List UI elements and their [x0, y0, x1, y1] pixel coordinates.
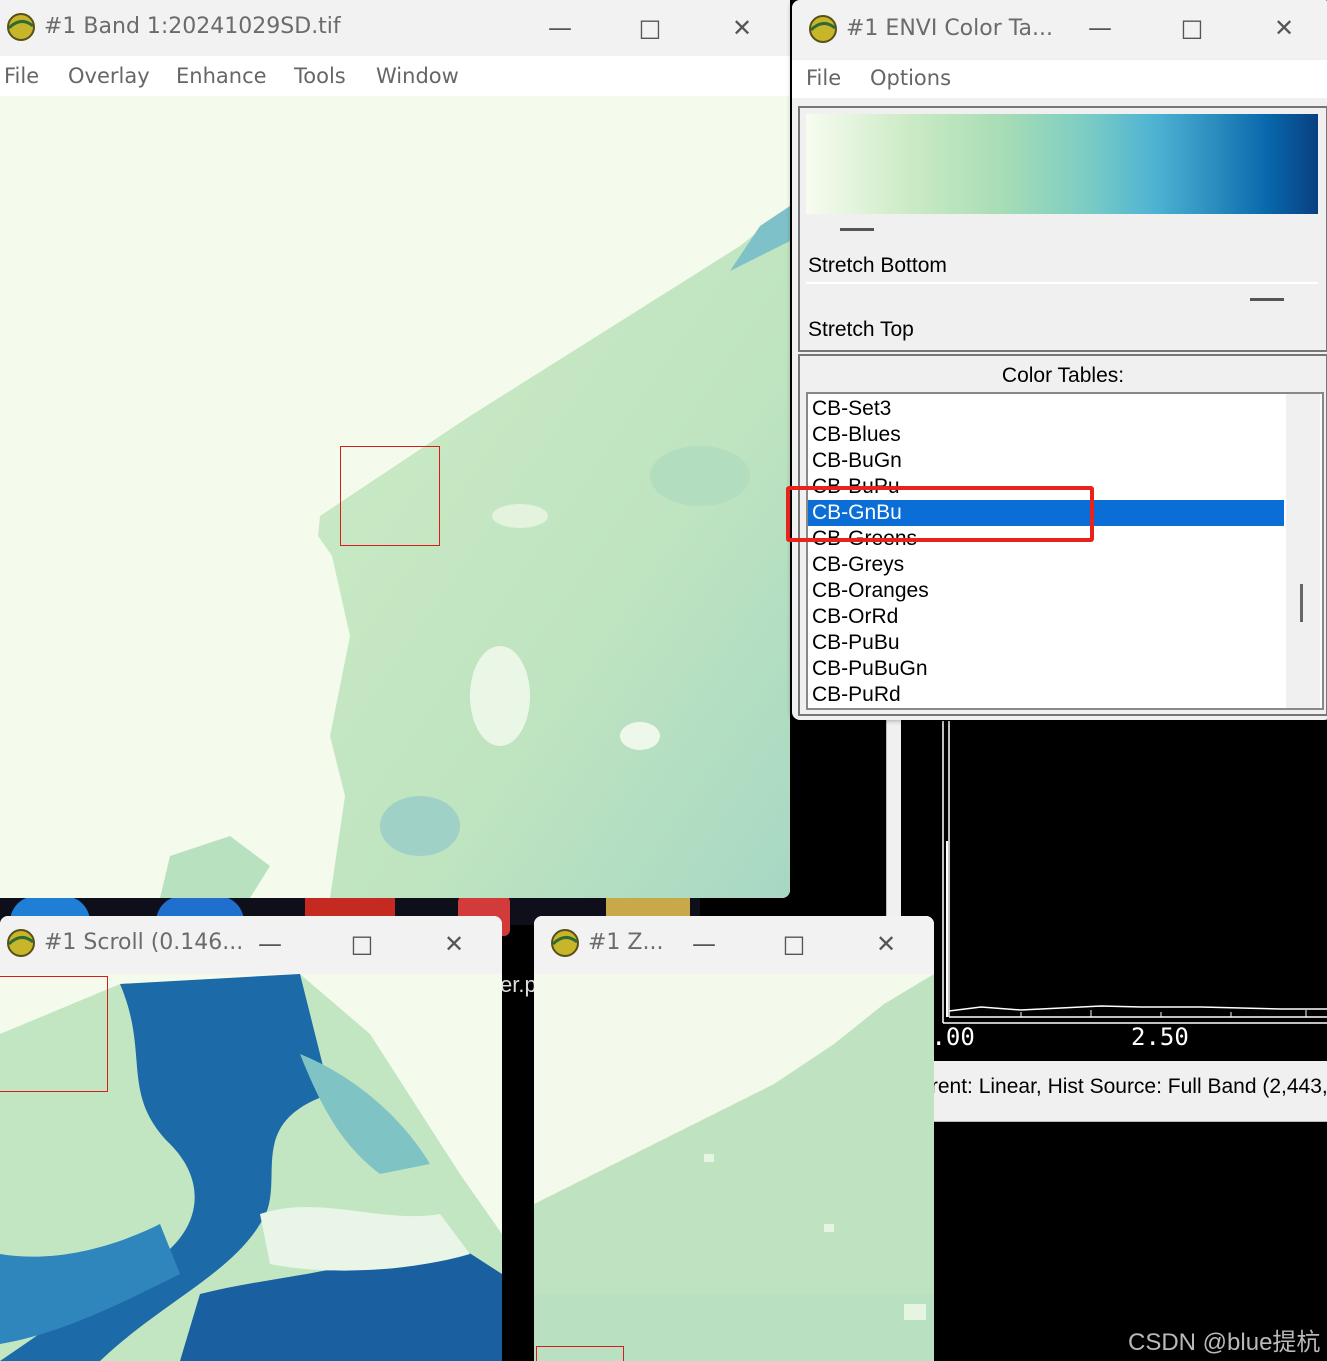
histogram-plot: 0.00 2.50 — [901, 701, 1327, 1061]
envi-app-icon — [7, 929, 35, 957]
minimize-button[interactable]: — — [538, 6, 582, 50]
color-ramp — [806, 114, 1318, 214]
menu-overlay[interactable]: Overlay — [68, 64, 150, 88]
menu-window[interactable]: Window — [376, 64, 459, 88]
watermark: CSDN @blue提杭 — [1128, 1329, 1321, 1356]
stretch-top-slider[interactable] — [806, 286, 1318, 304]
color-table-item[interactable]: CB-PuRd — [808, 682, 1284, 708]
stretch-bottom-handle[interactable] — [840, 228, 874, 231]
color-tables-list[interactable]: CB-Set3 CB-Blues CB-BuGn CB-BuPu CB-GnBu CB-G… — [806, 392, 1324, 710]
stretch-bottom-label: Stretch Bottom — [808, 254, 947, 277]
close-button[interactable]: ✕ — [432, 922, 476, 966]
envi-app-icon — [809, 15, 837, 43]
selection-highlight-annotation — [786, 486, 1094, 542]
stretch-top-label: Stretch Top — [808, 318, 914, 341]
maximize-button[interactable]: □ — [628, 6, 672, 50]
color-table-title: #1 ENVI Color Ta... — [846, 16, 1054, 41]
close-button[interactable]: ✕ — [720, 6, 764, 50]
color-table-item[interactable]: CB-Blues — [808, 422, 1284, 448]
minimize-button[interactable]: — — [248, 922, 292, 966]
maximize-button[interactable]: □ — [1170, 6, 1214, 50]
color-table-item[interactable]: CB-PuBu — [808, 630, 1284, 656]
zoom-window-titlebar[interactable]: #1 Z... — □ ✕ — [534, 916, 934, 974]
envi-app-icon — [551, 929, 579, 957]
menu-file[interactable]: File — [806, 66, 841, 90]
envi-app-icon — [7, 13, 35, 41]
histogram-tick-mid: 2.50 — [1131, 1023, 1189, 1051]
maximize-button[interactable]: □ — [772, 922, 816, 966]
zoom-window: #1 Z... — □ ✕ — [534, 916, 934, 1361]
list-scrollbar[interactable] — [1286, 394, 1320, 708]
color-table-menubar: File Options — [792, 60, 1327, 98]
color-table-item[interactable]: CB-PuBuGn — [808, 656, 1284, 682]
close-button[interactable]: ✕ — [1262, 6, 1306, 50]
minimize-button[interactable]: — — [682, 922, 726, 966]
histogram-svg — [942, 721, 1327, 1024]
scroll-image-canvas[interactable] — [0, 974, 502, 1361]
color-table-window: #1 ENVI Color Ta... — □ ✕ File Options S… — [792, 0, 1327, 720]
color-table-item[interactable]: CB-Set3 — [808, 396, 1284, 422]
zoom-image-svg — [534, 974, 934, 1361]
band-window-titlebar[interactable]: #1 Band 1:20241029SD.tif — □ ✕ — [0, 0, 790, 56]
minimize-button[interactable]: — — [1078, 6, 1122, 50]
color-table-item[interactable]: CB-Greys — [808, 552, 1284, 578]
stretch-bottom-slider[interactable] — [806, 220, 1318, 238]
zoom-window-title: #1 Z... — [588, 930, 664, 955]
scroll-window: #1 Scroll (0.146... — □ ✕ — [0, 916, 502, 1361]
scrollbar-thumb[interactable] — [1300, 584, 1303, 622]
band-image-canvas[interactable] — [0, 96, 790, 898]
separator — [806, 282, 1318, 284]
scroll-roi-box[interactable] — [0, 976, 108, 1092]
color-table-titlebar[interactable]: #1 ENVI Color Ta... — □ ✕ — [792, 0, 1327, 58]
scroll-window-titlebar[interactable]: #1 Scroll (0.146... — □ ✕ — [0, 916, 502, 974]
histogram-status: Current: Linear, Hist Source: Full Band … — [897, 1075, 1327, 1098]
band-window-menubar: File Overlay Enhance Tools Window — [0, 58, 790, 96]
zoom-crosshair — [536, 1346, 624, 1361]
histogram-window: 0.00 2.50 Current: Linear, Hist Source: … — [886, 700, 1327, 1122]
menu-enhance[interactable]: Enhance — [176, 64, 267, 88]
close-button[interactable]: ✕ — [864, 922, 908, 966]
menu-tools[interactable]: Tools — [294, 64, 346, 88]
color-table-item[interactable]: CB-Oranges — [808, 578, 1284, 604]
roi-box[interactable] — [340, 446, 440, 546]
zoom-image-canvas[interactable] — [534, 974, 934, 1361]
stretch-top-handle[interactable] — [1250, 298, 1284, 301]
desktop-file-label: er.p — [500, 972, 537, 997]
color-table-item[interactable]: CB-OrRd — [808, 604, 1284, 630]
color-tables-heading: Color Tables: — [1001, 364, 1125, 387]
band-window: #1 Band 1:20241029SD.tif — □ ✕ File Over… — [0, 0, 790, 898]
color-tables-items: CB-Set3 CB-Blues CB-BuGn CB-BuPu CB-GnBu CB-G… — [808, 396, 1284, 706]
menu-file[interactable]: File — [4, 64, 39, 88]
scroll-window-title: #1 Scroll (0.146... — [44, 930, 244, 955]
maximize-button[interactable]: □ — [340, 922, 384, 966]
menu-options[interactable]: Options — [870, 66, 951, 90]
stretch-panel: Stretch Bottom Stretch Top — [798, 106, 1327, 352]
color-table-item[interactable]: CB-BuGn — [808, 448, 1284, 474]
band-window-title: #1 Band 1:20241029SD.tif — [44, 14, 341, 39]
